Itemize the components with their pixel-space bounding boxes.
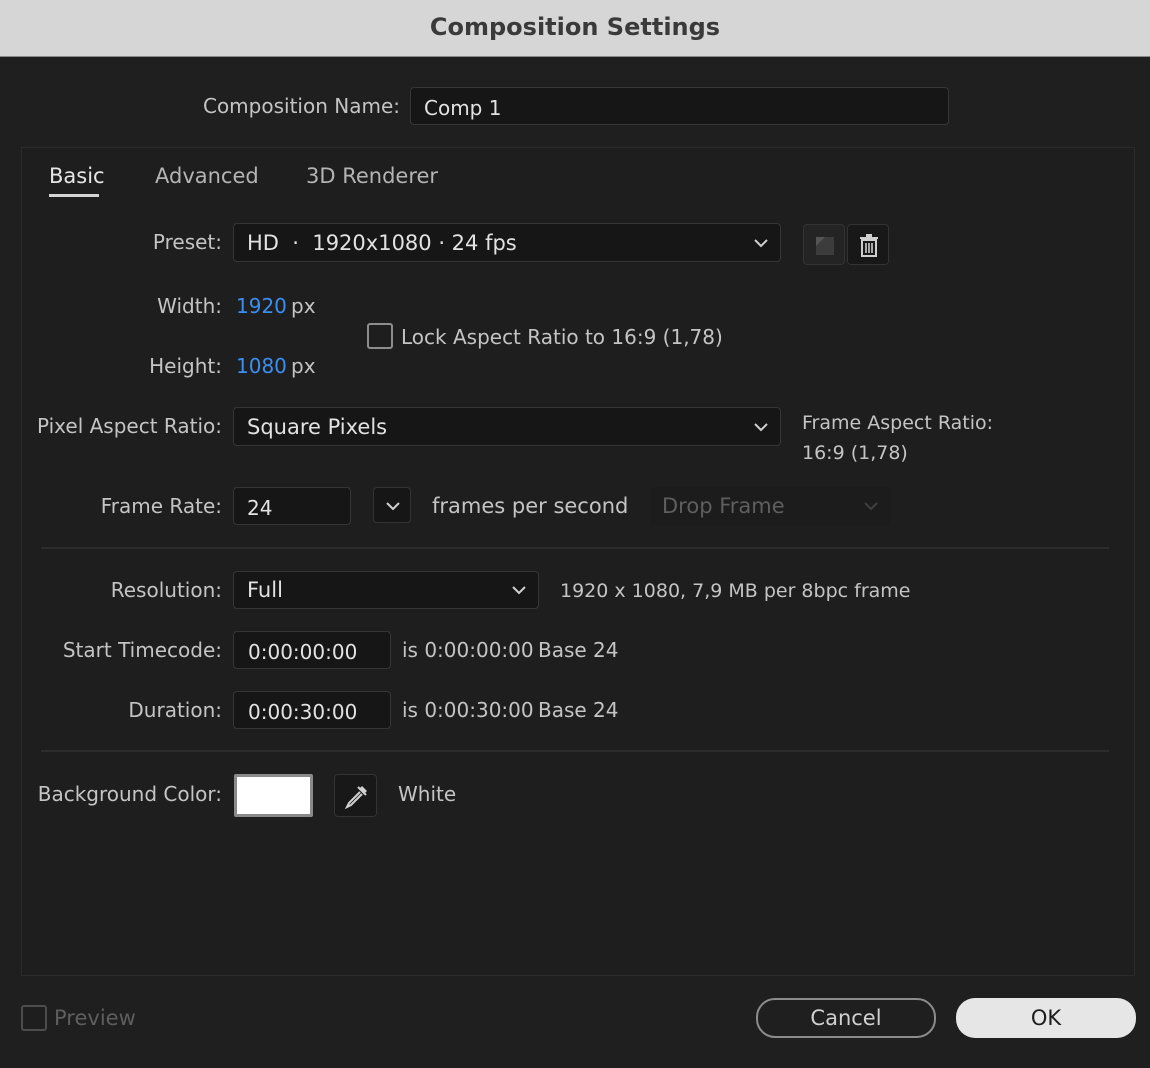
chevron-down-icon (864, 502, 878, 511)
frame-aspect-value: 16:9 (1,78) (802, 442, 908, 464)
delete-preset-button[interactable] (847, 224, 889, 265)
frame-aspect-label: Frame Aspect Ratio: (802, 412, 994, 434)
frame-rate-unit: frames per second (432, 494, 629, 518)
lock-aspect-checkbox[interactable] (367, 323, 393, 349)
preset-select[interactable]: HD · 1920x1080 · 24 fps (233, 223, 781, 262)
start-timecode-label: Start Timecode: (62, 638, 222, 662)
start-timecode-base: Base 24 (538, 638, 619, 662)
start-timecode-input[interactable]: 0:00:00:00 (233, 631, 391, 669)
duration-is: is 0:00:30:00 (402, 698, 534, 722)
preview-label: Preview (54, 1006, 136, 1030)
lock-aspect-label: Lock Aspect Ratio to 16:9 (1,78) (401, 325, 723, 349)
new-preset-icon (816, 237, 834, 255)
ok-button[interactable]: OK (956, 998, 1136, 1038)
composition-name-input[interactable]: Comp 1 (410, 87, 949, 125)
cancel-button[interactable]: Cancel (756, 998, 936, 1038)
trash-icon (860, 234, 878, 257)
chevron-down-icon (754, 238, 768, 247)
resolution-value: Full (247, 578, 283, 602)
preset-label: Preset: (152, 230, 222, 254)
duration-base: Base 24 (538, 698, 619, 722)
resolution-select[interactable]: Full (233, 571, 539, 609)
height-label: Height: (149, 354, 222, 378)
duration-label: Duration: (128, 698, 222, 722)
height-unit: px (291, 354, 316, 378)
drop-frame-select[interactable]: Drop Frame (650, 487, 890, 525)
background-color-swatch-frame[interactable] (234, 774, 313, 817)
width-value[interactable]: 1920 (236, 294, 287, 318)
frame-rate-label: Frame Rate: (100, 494, 222, 518)
eyedropper-icon (344, 786, 367, 810)
preview-checkbox[interactable] (21, 1005, 47, 1031)
tab-3d-renderer[interactable]: 3D Renderer (306, 164, 438, 188)
chevron-down-icon (386, 502, 400, 511)
height-value[interactable]: 1080 (236, 354, 287, 378)
preset-value: HD · 1920x1080 · 24 fps (247, 231, 517, 255)
drop-frame-value: Drop Frame (662, 494, 785, 518)
width-unit: px (291, 294, 316, 318)
background-color-swatch (237, 777, 310, 814)
active-tab-indicator (49, 194, 99, 197)
tab-advanced[interactable]: Advanced (155, 164, 259, 188)
chevron-down-icon (512, 586, 526, 595)
resolution-info: 1920 x 1080, 7,9 MB per 8bpc frame (560, 580, 911, 602)
tab-basic[interactable]: Basic (49, 164, 105, 188)
composition-name-label: Composition Name: (202, 94, 400, 118)
section-divider (41, 750, 1109, 752)
frame-rate-input[interactable]: 24 (233, 487, 351, 525)
start-timecode-is: is 0:00:00:00 (402, 638, 534, 662)
duration-input[interactable]: 0:00:30:00 (233, 691, 391, 729)
background-color-name: White (398, 782, 457, 806)
pixel-aspect-value: Square Pixels (247, 415, 388, 439)
section-divider (41, 547, 1109, 549)
pixel-aspect-select[interactable]: Square Pixels (233, 407, 781, 446)
eyedropper-button[interactable] (334, 774, 377, 817)
save-preset-button[interactable] (803, 224, 845, 265)
resolution-label: Resolution: (110, 578, 222, 602)
width-label: Width: (157, 294, 222, 318)
pixel-aspect-label: Pixel Aspect Ratio: (37, 414, 222, 438)
frame-rate-dropdown[interactable] (373, 487, 411, 523)
background-color-label: Background Color: (37, 782, 222, 806)
dialog-title: Composition Settings (429, 13, 721, 41)
chevron-down-icon (754, 422, 768, 431)
settings-panel (21, 147, 1135, 976)
